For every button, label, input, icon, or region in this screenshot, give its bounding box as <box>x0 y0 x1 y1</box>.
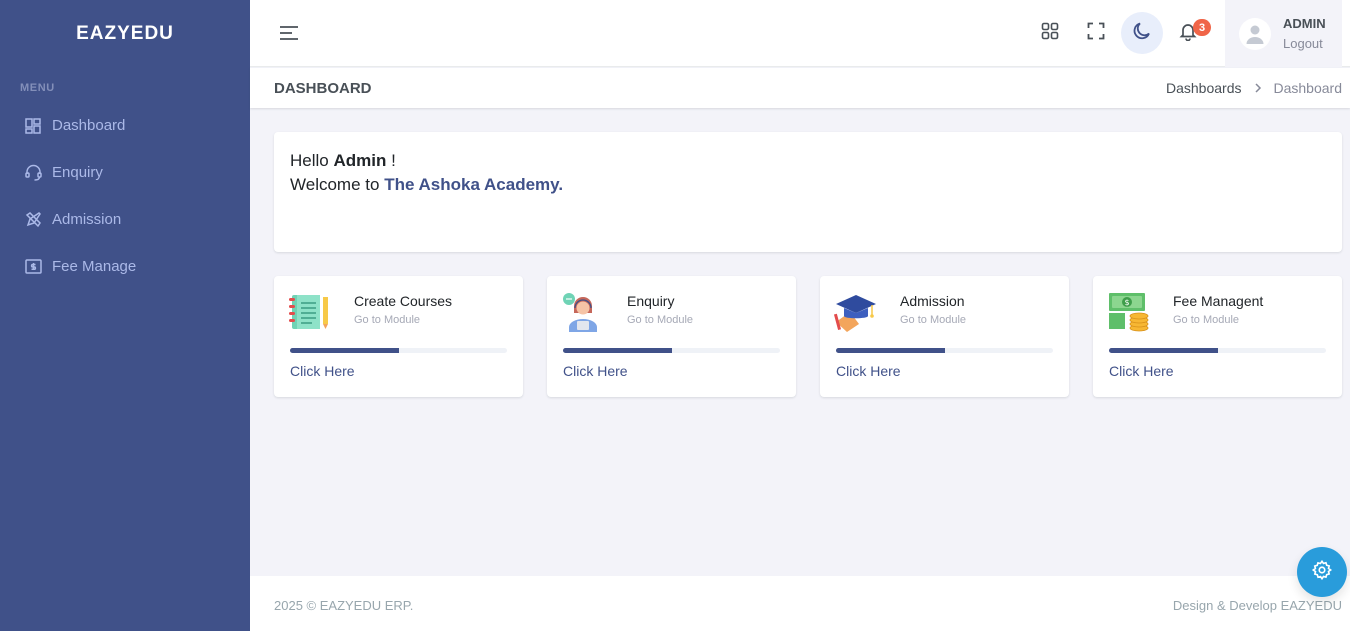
module-progress-bar <box>1109 348 1326 353</box>
greeting-text: Hello <box>290 151 329 170</box>
breadcrumb: Dashboards Dashboard <box>1166 80 1342 96</box>
gear-icon <box>1311 559 1333 586</box>
greeting-punct: ! <box>391 151 396 170</box>
apps-grid-button[interactable] <box>1029 12 1071 54</box>
module-subtitle: Go to Module <box>627 314 694 326</box>
welcome-card: Hello Admin ! Welcome to The Ashoka Acad… <box>274 132 1342 252</box>
greeting-name: Admin <box>333 151 387 170</box>
money-icon <box>24 258 42 276</box>
module-link[interactable]: Click Here <box>290 363 355 379</box>
module-card-enquiry: Enquiry Go to Module Click Here <box>547 276 796 397</box>
progress-fill <box>290 348 399 353</box>
sidebar-item-label: Enquiry <box>52 164 103 181</box>
module-title: Enquiry <box>627 293 675 309</box>
topbar: 3 ADMIN Logout <box>250 0 1350 67</box>
sidebar-item-label: Dashboard <box>52 117 126 134</box>
sidebar-item-label: Admission <box>52 211 122 228</box>
module-subtitle: Go to Module <box>1173 314 1240 326</box>
module-link[interactable]: Click Here <box>836 363 901 379</box>
welcome-greeting: Hello Admin ! <box>290 149 1326 173</box>
user-menu[interactable]: ADMIN Logout <box>1225 0 1342 67</box>
module-title: Fee Managent <box>1173 293 1264 309</box>
page-title: DASHBOARD <box>274 80 372 97</box>
brand-logo[interactable]: EAZYEDU <box>0 0 250 67</box>
progress-fill <box>563 348 672 353</box>
module-card-admission: Admission Go to Module Click Here <box>820 276 1069 397</box>
module-title: Create Courses <box>354 293 453 309</box>
svg-text:$: $ <box>1124 298 1129 307</box>
welcome-message: Welcome to The Ashoka Academy. <box>290 173 1326 197</box>
footer-copyright: 2025 © EAZYEDU ERP. <box>274 598 414 613</box>
notebook-icon <box>288 292 332 332</box>
welcome-text: Welcome to <box>290 175 380 194</box>
apps-grid-icon <box>1041 22 1059 45</box>
progress-fill <box>1109 348 1218 353</box>
support-agent-icon <box>561 292 605 332</box>
dark-mode-toggle[interactable] <box>1121 12 1163 54</box>
dashboard-icon <box>24 117 42 135</box>
module-progress-bar <box>290 348 507 353</box>
logout-link[interactable]: Logout <box>1283 36 1326 51</box>
module-subtitle: Go to Module <box>354 314 421 326</box>
module-progress-bar <box>563 348 780 353</box>
sidebar-item-label: Fee Manage <box>52 258 137 275</box>
graduation-cap-icon <box>833 292 878 332</box>
module-subtitle: Go to Module <box>900 314 967 326</box>
moon-icon <box>1132 21 1152 46</box>
footer: 2025 © EAZYEDU ERP. Design & Develop EAZ… <box>250 576 1350 631</box>
notification-count-badge: 3 <box>1193 19 1211 36</box>
fullscreen-button[interactable] <box>1075 12 1117 54</box>
breadcrumb-item-active: Dashboard <box>1273 80 1343 96</box>
academy-name: The Ashoka Academy. <box>384 175 564 194</box>
user-name: ADMIN <box>1283 16 1326 31</box>
sidebar-item-enquiry[interactable]: Enquiry <box>0 149 250 196</box>
progress-fill <box>836 348 945 353</box>
page-title-bar: DASHBOARD Dashboards Dashboard <box>250 68 1350 108</box>
pencil-ruler-icon <box>24 211 42 229</box>
module-progress-bar <box>836 348 1053 353</box>
sidebar-item-fee-manage[interactable]: Fee Manage <box>0 243 250 290</box>
hamburger-menu-icon[interactable] <box>277 22 301 44</box>
footer-credit: Design & Develop EAZYEDU <box>1172 598 1342 613</box>
settings-button[interactable] <box>1297 547 1347 597</box>
avatar <box>1239 17 1271 50</box>
breadcrumb-item[interactable]: Dashboards <box>1166 80 1242 96</box>
module-link[interactable]: Click Here <box>563 363 628 379</box>
money-coins-icon: $ <box>1107 292 1151 332</box>
notifications-button[interactable]: 3 <box>1167 12 1211 54</box>
module-card-create-courses: Create Courses Go to Module Click Here <box>274 276 523 397</box>
module-title: Admission <box>900 293 965 309</box>
sidebar-item-admission[interactable]: Admission <box>0 196 250 243</box>
fullscreen-icon <box>1087 22 1105 45</box>
sidebar-item-dashboard[interactable]: Dashboard <box>0 102 250 149</box>
chevron-right-icon <box>1254 80 1262 96</box>
module-card-fee-management: $ Fee Managent Go to Module Click Here <box>1093 276 1342 397</box>
headset-icon <box>24 164 42 182</box>
user-icon <box>1246 25 1264 44</box>
menu-title: MENU <box>20 82 55 94</box>
module-link[interactable]: Click Here <box>1109 363 1174 379</box>
sidebar: EAZYEDU MENU Dashboard Enquiry Admission… <box>0 0 250 631</box>
